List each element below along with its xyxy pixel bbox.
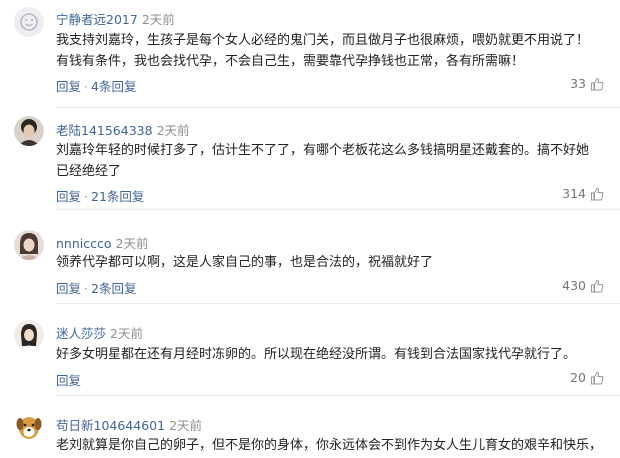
like-count: 430 (562, 278, 586, 293)
comment-header: 宁静者远2017 2天前 (56, 9, 175, 28)
comment-actions: 回复 (56, 370, 81, 389)
comment-item: nnnicсco 2天前 领养代孕都可以啊，这是人家自己的事，也是合法的，祝福就好… (0, 210, 620, 304)
dot-separator: · (84, 79, 88, 94)
reply-button[interactable]: 回复 (56, 281, 81, 296)
like-counter[interactable]: 20 (570, 370, 604, 385)
view-replies-link[interactable]: 2条回复 (91, 281, 136, 296)
timestamp: 2天前 (169, 418, 203, 433)
comment-header: 老陆141564338 2天前 (56, 120, 190, 139)
photo-avatar-icon[interactable] (14, 230, 44, 260)
reply-button[interactable]: 回复 (56, 189, 81, 204)
comment-header: 迷人莎莎 2天前 (56, 323, 143, 342)
comment-item: 老陆141564338 2天前 刘嘉玲年轻的时候打多了，估计生不了了，有哪个老板花… (0, 108, 620, 210)
dot-separator: · (84, 281, 88, 296)
comment-text: 刘嘉玲年轻的时候打多了，估计生不了了，有哪个老板花这么多钱搞明星还戴套的。搞不好… (56, 143, 590, 179)
comment-text: 领养代孕都可以啊，这是人家自己的事，也是合法的，祝福就好了 (56, 255, 434, 270)
timestamp: 2天前 (156, 123, 190, 138)
thumbs-up-icon[interactable] (590, 187, 604, 201)
username-link[interactable]: 苟日新104644601 (56, 418, 165, 433)
comment-header: 苟日新104644601 2天前 (56, 415, 202, 434)
dot-separator: · (84, 189, 88, 204)
photo-avatar-icon[interactable] (14, 320, 44, 350)
like-counter[interactable]: 314 (562, 186, 604, 201)
comment-item: 迷人莎莎 2天前 好多女明星都在还有月经时冻卵的。所以现在绝经没所谓。有钱到合法国… (0, 304, 620, 396)
comment-text: 老刘就算是你自己的卵子，但不是你的身体，你永远体会不到作为女人生儿育女的艰辛和快… (56, 438, 601, 453)
timestamp: 2天前 (115, 236, 149, 251)
username-link[interactable]: nnnicсco (56, 236, 112, 251)
comment-actions: 回复 · 21条回复 (56, 186, 144, 205)
comment-item: 苟日新104644601 2天前 老刘就算是你自己的卵子，但不是你的身体，你永远体… (0, 396, 620, 458)
photo-avatar-icon[interactable] (14, 116, 44, 146)
comment-header: nnnicсco 2天前 (56, 233, 148, 252)
thumbs-up-icon[interactable] (590, 279, 604, 293)
like-count: 314 (562, 186, 586, 201)
like-counter[interactable]: 430 (562, 278, 604, 293)
username-link[interactable]: 宁静者远2017 (56, 12, 138, 27)
smile-face-avatar-icon[interactable] (14, 7, 44, 37)
reply-button[interactable]: 回复 (56, 79, 81, 94)
reply-button[interactable]: 回复 (56, 373, 81, 388)
like-count: 33 (570, 76, 586, 91)
like-count: 20 (570, 370, 586, 385)
comment-actions: 回复 · 4条回复 (56, 76, 136, 95)
timestamp: 2天前 (141, 12, 175, 27)
comment-text: 我支持刘嘉玲，生孩子是每个女人必经的鬼门关，而且做月子也很麻烦，喂奶就更不用说了… (56, 33, 590, 69)
timestamp: 2天前 (110, 326, 143, 341)
comment-text: 好多女明星都在还有月经时冻卵的。所以现在绝经没所谓。有钱到合法国家找代孕就行了。 (56, 347, 577, 362)
view-replies-link[interactable]: 21条回复 (91, 189, 144, 204)
like-counter[interactable]: 33 (570, 76, 604, 91)
username-link[interactable]: 迷人莎莎 (56, 326, 106, 341)
view-replies-link[interactable]: 4条回复 (91, 79, 136, 94)
thumbs-up-icon[interactable] (590, 77, 604, 91)
thumbs-up-icon[interactable] (590, 371, 604, 385)
username-link[interactable]: 老陆141564338 (56, 123, 153, 138)
dog-avatar-icon[interactable] (14, 412, 44, 442)
comment-item: 宁静者远2017 2天前 我支持刘嘉玲，生孩子是每个女人必经的鬼门关，而且做月子也… (0, 0, 620, 108)
comment-actions: 回复 · 2条回复 (56, 278, 136, 297)
